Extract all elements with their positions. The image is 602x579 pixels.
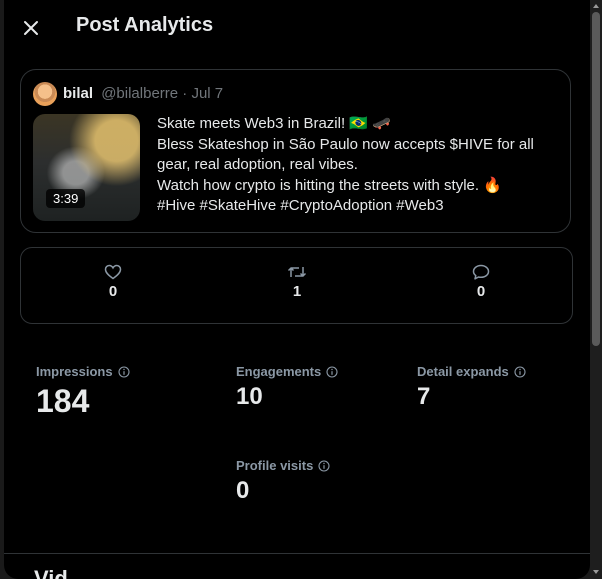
engagements-value: 10 <box>236 383 263 410</box>
author-name[interactable]: bilal <box>63 85 93 102</box>
post-text-line: Skate meets Web3 in Brazil! 🇧🇷 🛹 <box>157 115 391 132</box>
info-icon[interactable] <box>326 365 338 378</box>
info-icon[interactable] <box>514 365 526 378</box>
metric-impressions: Impressions 184 <box>36 364 130 420</box>
repost-icon <box>287 267 307 277</box>
post-text-line: #Hive #SkateHive #CryptoAdoption #Web3 <box>157 197 444 214</box>
profile-visits-value: 0 <box>236 477 250 504</box>
profile-visits-label: Profile visits <box>236 458 314 473</box>
video-duration-badge: 3:39 <box>46 189 86 208</box>
metric-profile-visits: Profile visits 0 <box>236 458 330 505</box>
replies-value: 0 <box>476 283 486 300</box>
metric-engagements: Engagements 10 <box>236 364 338 411</box>
video-thumbnail[interactable]: 3:39 <box>33 114 140 221</box>
post-text-line: Bless Skateshop in São Paulo now accepts… <box>157 135 534 153</box>
post-preview-card[interactable]: bilal @bilalberre · Jul 7 3:39 Skate mee… <box>20 69 571 233</box>
author-handle-date: @bilalberre · Jul 7 <box>101 85 224 102</box>
info-icon[interactable] <box>318 459 330 472</box>
replies-count: 0 <box>461 264 501 300</box>
post-text: Skate meets Web3 in Brazil! 🇧🇷 🛹 Bless S… <box>157 114 559 217</box>
post-text-line: Watch how crypto is hitting the streets … <box>157 176 502 194</box>
post-author: bilal @bilalberre · Jul 7 <box>63 85 223 102</box>
post-analytics-modal: Post Analytics bilal @bilalberre · Jul 7… <box>4 0 590 579</box>
impressions-label: Impressions <box>36 364 113 379</box>
engagements-label: Engagements <box>236 364 322 379</box>
detail-expands-label: Detail expands <box>417 364 509 379</box>
heart-icon <box>104 264 122 280</box>
section-divider <box>4 553 590 554</box>
scrollbar-thumb[interactable] <box>592 12 600 346</box>
likes-count: 0 <box>93 264 133 300</box>
likes-value: 0 <box>108 283 118 300</box>
section-heading-partial: Vid <box>34 566 68 579</box>
info-icon[interactable] <box>118 365 130 378</box>
page-title: Post Analytics <box>76 14 214 36</box>
reposts-count: 1 <box>277 264 317 300</box>
metric-detail-expands: Detail expands 7 <box>417 364 526 411</box>
reposts-value: 1 <box>292 283 302 300</box>
close-button[interactable] <box>18 16 44 40</box>
impressions-value: 184 <box>36 383 90 419</box>
close-icon <box>24 21 38 35</box>
avatar[interactable] <box>33 82 57 106</box>
reply-icon <box>472 264 490 280</box>
post-text-line: gear, real adoption, real vibes. <box>157 156 358 173</box>
engagement-counts-card: 0 1 0 <box>20 247 573 324</box>
scroll-up-arrow-icon[interactable] <box>591 1 601 11</box>
detail-expands-value: 7 <box>417 383 431 410</box>
scroll-down-arrow-icon[interactable] <box>591 567 601 577</box>
